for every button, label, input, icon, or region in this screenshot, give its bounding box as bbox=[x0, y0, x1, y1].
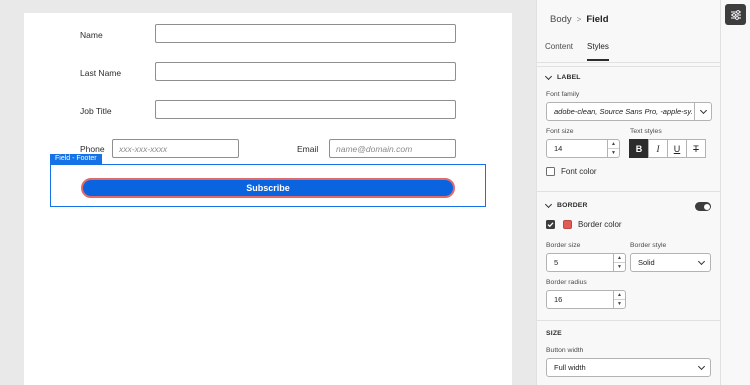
size-section-header[interactable]: SIZE bbox=[546, 330, 562, 337]
border-radius-value: 16 bbox=[554, 295, 563, 304]
chevron-up-icon[interactable]: ▲ bbox=[614, 291, 625, 299]
button-width-select[interactable]: Full width bbox=[546, 358, 711, 377]
border-section-header[interactable]: BORDER bbox=[544, 200, 588, 209]
border-radius-stepper[interactable]: 16 ▲ ▼ bbox=[546, 290, 626, 309]
font-family-select[interactable]: adobe-clean, Source Sans Pro, -apple-sy.… bbox=[546, 102, 712, 121]
panel-tabs: Content Styles bbox=[545, 42, 609, 61]
tabs-divider bbox=[537, 62, 720, 63]
font-color-checkbox[interactable] bbox=[546, 167, 555, 176]
button-width-value: Full width bbox=[554, 363, 586, 372]
properties-toggle-button[interactable] bbox=[725, 4, 746, 25]
email-field[interactable] bbox=[329, 139, 456, 158]
tab-content[interactable]: Content bbox=[545, 42, 573, 61]
text-styles-label: Text styles bbox=[630, 128, 662, 135]
border-style-select[interactable]: Solid bbox=[630, 253, 711, 272]
selection-tag: Field - Footer bbox=[50, 154, 102, 164]
chevron-down-icon[interactable]: ▼ bbox=[614, 262, 625, 271]
chevron-down-icon bbox=[544, 200, 553, 208]
text-styles-group: B I U T bbox=[629, 139, 706, 158]
font-family-value: adobe-clean, Source Sans Pro, -apple-sy.… bbox=[554, 107, 692, 116]
subscribe-button[interactable]: Subscribe bbox=[81, 178, 455, 198]
divider bbox=[537, 320, 720, 321]
border-color-swatch[interactable] bbox=[563, 220, 572, 229]
phone-field[interactable] bbox=[112, 139, 239, 158]
border-size-value: 5 bbox=[554, 258, 559, 267]
font-size-label: Font size bbox=[546, 128, 574, 135]
name-label: Name bbox=[80, 30, 103, 40]
divider bbox=[537, 191, 720, 192]
label-section-header[interactable]: LABEL bbox=[544, 72, 581, 81]
underline-button[interactable]: U bbox=[667, 139, 687, 158]
right-rail bbox=[720, 0, 750, 385]
phone-label: Phone bbox=[80, 144, 105, 154]
font-size-value: 14 bbox=[554, 144, 563, 153]
border-radius-label: Border radius bbox=[546, 279, 587, 286]
chevron-down-icon[interactable]: ▼ bbox=[614, 299, 625, 308]
border-section-title: BORDER bbox=[557, 202, 588, 209]
editor-canvas: Name Last Name Job Title Phone Email Fie… bbox=[0, 0, 536, 385]
border-size-label: Border size bbox=[546, 242, 581, 249]
chevron-down-icon[interactable]: ▼ bbox=[608, 148, 619, 157]
stepper-arrows[interactable]: ▲ ▼ bbox=[607, 140, 619, 157]
chevron-up-icon[interactable]: ▲ bbox=[608, 140, 619, 148]
lastname-label: Last Name bbox=[80, 68, 122, 78]
chevron-down-icon[interactable] bbox=[693, 254, 710, 271]
sliders-icon bbox=[730, 9, 741, 20]
font-size-stepper[interactable]: 14 ▲ ▼ bbox=[546, 139, 620, 158]
properties-panel: Body > Field Content Styles LABEL Font f… bbox=[536, 0, 720, 385]
border-style-value: Solid bbox=[638, 258, 655, 267]
jobtitle-label: Job Title bbox=[80, 106, 112, 116]
bold-button[interactable]: B bbox=[629, 139, 649, 158]
email-label: Email bbox=[297, 144, 319, 154]
border-color-label: Border color bbox=[578, 220, 622, 229]
chevron-down-icon[interactable] bbox=[694, 103, 711, 120]
chevron-down-icon bbox=[544, 72, 553, 80]
chevron-down-icon[interactable] bbox=[693, 359, 710, 376]
name-field[interactable] bbox=[155, 24, 456, 43]
breadcrumb-current: Field bbox=[586, 14, 609, 25]
breadcrumb-separator: > bbox=[576, 15, 582, 24]
breadcrumb-parent[interactable]: Body bbox=[550, 14, 572, 25]
border-size-stepper[interactable]: 5 ▲ ▼ bbox=[546, 253, 626, 272]
font-color-label: Font color bbox=[561, 167, 597, 176]
chevron-up-icon[interactable]: ▲ bbox=[614, 254, 625, 262]
stepper-arrows[interactable]: ▲ ▼ bbox=[613, 254, 625, 271]
strikethrough-button[interactable]: T bbox=[686, 139, 706, 158]
tab-styles[interactable]: Styles bbox=[587, 42, 609, 61]
italic-button[interactable]: I bbox=[648, 139, 668, 158]
breadcrumb: Body > Field bbox=[550, 14, 609, 25]
border-color-checkbox[interactable] bbox=[546, 220, 555, 229]
button-width-label: Button width bbox=[546, 347, 584, 354]
label-section-title: LABEL bbox=[557, 74, 581, 81]
stepper-arrows[interactable]: ▲ ▼ bbox=[613, 291, 625, 308]
footer-selection[interactable]: Subscribe bbox=[50, 164, 486, 207]
font-family-label: Font family bbox=[546, 91, 580, 98]
border-style-label: Border style bbox=[630, 242, 667, 249]
jobtitle-field[interactable] bbox=[155, 100, 456, 119]
divider bbox=[537, 66, 720, 67]
lastname-field[interactable] bbox=[155, 62, 456, 81]
size-section-title: SIZE bbox=[546, 330, 562, 337]
border-toggle[interactable] bbox=[695, 202, 711, 211]
